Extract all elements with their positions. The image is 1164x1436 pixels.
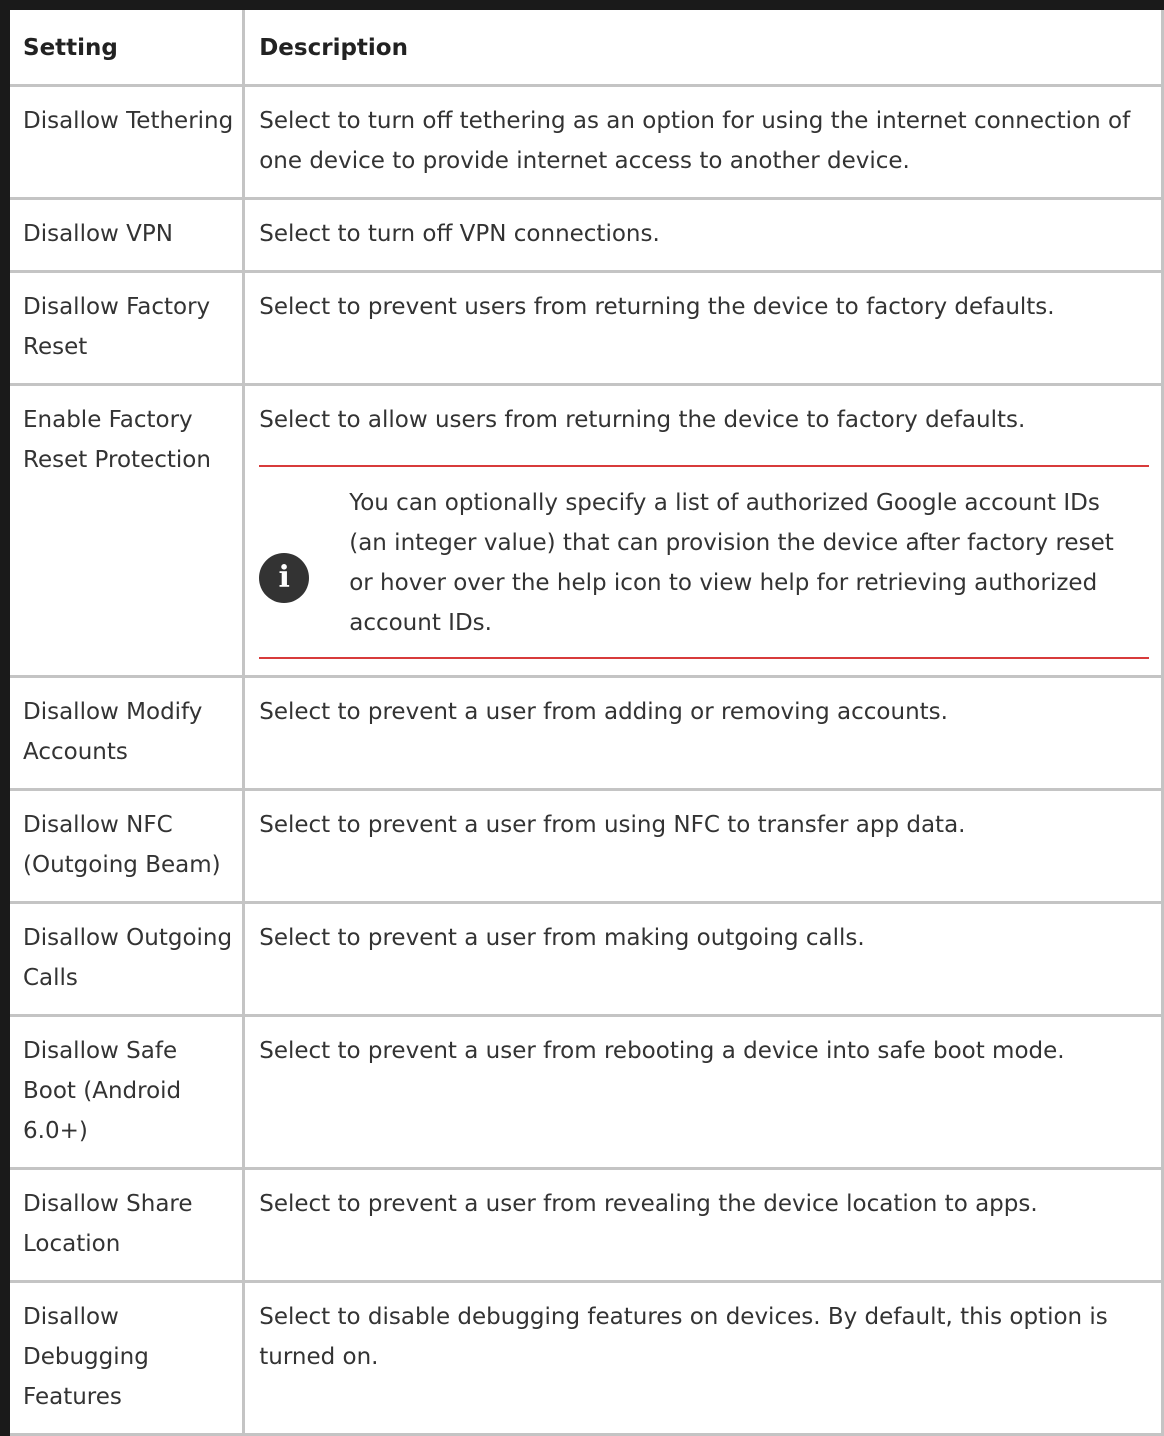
table-row: Disallow Safe Boot (Android 6.0+) Select… bbox=[5, 1015, 1164, 1170]
setting-disallow-modify-accounts: Disallow Modify Accounts bbox=[5, 676, 246, 791]
setting-enable-factory-reset-protection: Enable Factory Reset Protection bbox=[5, 384, 246, 678]
table-row: Disallow VPN Select to turn off VPN conn… bbox=[5, 198, 1164, 273]
table-row: Disallow Debugging Features Select to di… bbox=[5, 1281, 1164, 1436]
description-disallow-vpn: Select to turn off VPN connections. bbox=[243, 198, 1164, 273]
table-header-row: Setting Description bbox=[5, 5, 1164, 87]
info-note: i You can optionally specify a list of a… bbox=[259, 465, 1149, 659]
table-row: Disallow Tethering Select to turn off te… bbox=[5, 85, 1164, 200]
info-note-text: You can optionally specify a list of aut… bbox=[349, 490, 1114, 636]
setting-disallow-nfc: Disallow NFC (Outgoing Beam) bbox=[5, 789, 246, 904]
description-disallow-outgoing-calls: Select to prevent a user from making out… bbox=[243, 902, 1164, 1017]
table-row: Disallow Factory Reset Select to prevent… bbox=[5, 271, 1164, 386]
description-disallow-nfc: Select to prevent a user from using NFC … bbox=[243, 789, 1164, 904]
table-row: Disallow Outgoing Calls Select to preven… bbox=[5, 902, 1164, 1017]
description-disallow-debugging-features: Select to disable debugging features on … bbox=[243, 1281, 1164, 1436]
column-header-setting: Setting bbox=[5, 5, 246, 87]
description-text: Select to allow users from returning the… bbox=[259, 407, 1026, 433]
description-disallow-modify-accounts: Select to prevent a user from adding or … bbox=[243, 676, 1164, 791]
table-row: Enable Factory Reset Protection Select t… bbox=[5, 384, 1164, 678]
setting-disallow-vpn: Disallow VPN bbox=[5, 198, 246, 273]
setting-disallow-debugging-features: Disallow Debugging Features bbox=[5, 1281, 246, 1436]
setting-disallow-share-location: Disallow Share Location bbox=[5, 1168, 246, 1283]
setting-disallow-factory-reset: Disallow Factory Reset bbox=[5, 271, 246, 386]
table-row: Disallow Modify Accounts Select to preve… bbox=[5, 676, 1164, 791]
setting-disallow-tethering: Disallow Tethering bbox=[5, 85, 246, 200]
settings-table: Setting Description Disallow Tethering S… bbox=[0, 0, 1164, 1436]
description-disallow-tethering: Select to turn off tethering as an optio… bbox=[243, 85, 1164, 200]
description-disallow-share-location: Select to prevent a user from revealing … bbox=[243, 1168, 1164, 1283]
table-row: Disallow Share Location Select to preven… bbox=[5, 1168, 1164, 1283]
table-row: Disallow NFC (Outgoing Beam) Select to p… bbox=[5, 789, 1164, 904]
description-disallow-factory-reset: Select to prevent users from returning t… bbox=[243, 271, 1164, 386]
info-icon: i bbox=[259, 553, 310, 603]
description-enable-factory-reset-protection: Select to allow users from returning the… bbox=[243, 384, 1164, 678]
description-disallow-safe-boot: Select to prevent a user from rebooting … bbox=[243, 1015, 1164, 1170]
column-header-description: Description bbox=[243, 5, 1164, 87]
setting-disallow-safe-boot: Disallow Safe Boot (Android 6.0+) bbox=[5, 1015, 246, 1170]
setting-disallow-outgoing-calls: Disallow Outgoing Calls bbox=[5, 902, 246, 1017]
